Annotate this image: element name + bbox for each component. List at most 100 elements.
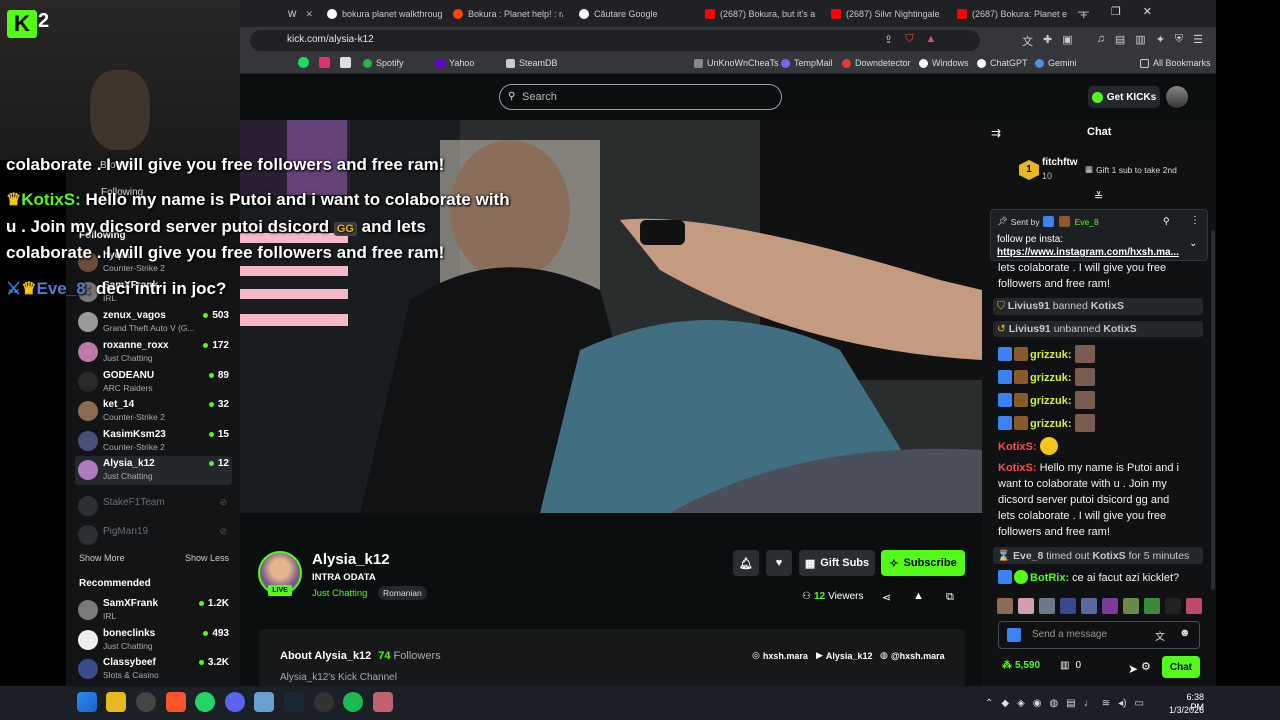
discord-icon[interactable] [225, 692, 245, 712]
chat-scrollbar[interactable] [1211, 230, 1215, 590]
sidebar-channel-offline[interactable]: StakeF1Team ⊘ [78, 494, 233, 522]
screenshot-icon[interactable]: ▣ [1062, 33, 1072, 49]
channel-points[interactable]: ⁂ 5,590 [1002, 660, 1040, 671]
search-input[interactable]: ⚲ Search [499, 84, 782, 110]
emote-icon[interactable] [1102, 598, 1118, 614]
recommended-channel[interactable]: SamXFrank IRL 1.2K [78, 598, 233, 626]
emote-icon[interactable] [1144, 598, 1160, 614]
browser-tab[interactable]: bokura planet walkthroug [327, 4, 447, 24]
collapse-chat-icon[interactable]: ⇉ [991, 126, 1001, 140]
show-more-button[interactable]: Show More [79, 553, 125, 563]
youtube-link[interactable]: ▶ Alysia_k12 [816, 650, 872, 661]
chat-username[interactable]: grizzuk: [1030, 372, 1072, 384]
bookmark-downdetector[interactable]: Downdetector [842, 58, 911, 68]
sidebar-icon[interactable]: ▤ [1115, 33, 1125, 49]
whatsapp-icon[interactable] [298, 57, 309, 68]
tray-app-icon[interactable]: ◆ [1001, 698, 1009, 709]
rewards-icon[interactable]: ▲ [925, 33, 936, 46]
discord-link[interactable]: ◍ @hxsh.mara [880, 650, 945, 661]
leo-icon[interactable]: ✦ [1156, 33, 1165, 49]
tray-app-icon[interactable]: ◈ [1017, 698, 1025, 709]
browser-tab[interactable]: (2687) Bokura: Planet ep [957, 4, 1067, 24]
chat-username[interactable]: grizzuk: [1030, 349, 1072, 361]
maximize-icon[interactable]: ❐ [1111, 5, 1121, 18]
close-window-icon[interactable]: ✕ [1143, 5, 1152, 18]
bag-counter[interactable]: ▥ 0 [1060, 660, 1081, 671]
chat-username[interactable]: grizzuk: [1030, 395, 1072, 407]
extensions-icon[interactable]: ✚ [1043, 33, 1052, 49]
sidebar-channel[interactable]: GODEANU ARC Raiders 89 [78, 370, 233, 398]
chat-username[interactable]: grizzuk: [1030, 418, 1072, 430]
chat-settings-icon[interactable]: ⚙ [1141, 660, 1151, 673]
bookmark-chatgpt[interactable]: ChatGPT [977, 58, 1028, 68]
gift-prompt[interactable]: ▦ Gift 1 sub to take 2nd [1085, 164, 1177, 175]
reading-icon[interactable]: ▥ [1135, 33, 1145, 49]
tray-app-icon[interactable]: ◉ [1033, 698, 1042, 709]
chat-username[interactable]: KotixS: [998, 441, 1037, 453]
bookmark-windows[interactable]: Windows [919, 58, 969, 68]
browser-tab[interactable]: Căutare Google [579, 4, 689, 24]
browser-tab-partial[interactable]: W ✕ [288, 4, 316, 24]
instagram-icon[interactable] [319, 57, 330, 68]
recommended-channel[interactable]: boneclinks Just Chatting 493 [78, 628, 233, 656]
expand-leaderboard-icon[interactable]: ≚ [1094, 190, 1103, 203]
emote-icon[interactable] [1165, 598, 1181, 614]
browser-tab[interactable]: (2687) Silvr Nightingale - [831, 4, 941, 24]
subscribe-button[interactable]: ✧ Subscribe [881, 550, 965, 576]
bookmark-spotify[interactable]: Spotify [363, 58, 404, 68]
vpn-icon[interactable]: ⛨ [1175, 33, 1183, 49]
chat-username[interactable]: KotixS: [998, 462, 1037, 474]
sidebar-channel[interactable]: ket_14 Counter-Strike 2 32 [78, 399, 233, 427]
bookmark-steamdb[interactable]: SteamDB [506, 58, 558, 68]
brave-icon[interactable] [166, 692, 186, 712]
obs-icon[interactable] [314, 692, 334, 712]
video-player[interactable] [240, 120, 982, 513]
share-icon[interactable]: ⋖ [882, 591, 891, 604]
bookmark-gemini[interactable]: Gemini [1035, 58, 1077, 68]
emote-icon[interactable] [1186, 598, 1202, 614]
all-bookmarks[interactable]: All Bookmarks [1140, 58, 1211, 68]
close-tab-icon[interactable]: ✕ [306, 9, 314, 20]
emote-icon[interactable] [1081, 598, 1097, 614]
sidebar-channel[interactable]: roxanne_roxx Just Chatting 172 [78, 340, 233, 368]
sidebar-channel[interactable]: zenux_vagos Grand Theft Auto V (G... 503 [78, 310, 233, 338]
get-kicks-button[interactable]: Get KICKs [1088, 86, 1160, 108]
bookmark-yahoo[interactable]: Yahoo [436, 58, 474, 68]
whatsapp-icon[interactable] [195, 692, 215, 712]
unpin-icon[interactable]: ⚲ [1163, 216, 1170, 227]
tray-app-icon[interactable]: ▤ [1066, 698, 1075, 709]
top-gifter-name[interactable]: fitchftw [1042, 157, 1078, 168]
battery-icon[interactable]: ▭ [1134, 698, 1143, 709]
emote-icon[interactable] [997, 598, 1013, 614]
translate-icon[interactable]: 文 [1155, 628, 1165, 643]
clip-icon[interactable]: ⧉ [946, 591, 954, 604]
tray-chevron-icon[interactable]: ⌃ [985, 698, 993, 709]
start-icon[interactable] [77, 692, 97, 712]
bookmark-tempmail[interactable]: TempMail [781, 58, 833, 68]
emote-icon[interactable] [1060, 598, 1076, 614]
sidebar-channel-offline[interactable]: PigMan19 ⊘ [78, 523, 233, 551]
language-tag[interactable]: Romanian [378, 586, 427, 600]
spotify-icon[interactable] [343, 692, 363, 712]
minimize-icon[interactable]: — [1078, 6, 1089, 18]
wifi-icon[interactable]: ≋ [1102, 698, 1110, 709]
chevron-down-icon[interactable]: ⌄ [1189, 238, 1197, 249]
volume-icon[interactable]: ◂) [1118, 698, 1126, 709]
emote-icon[interactable] [1123, 598, 1139, 614]
emote-icon[interactable] [1018, 598, 1034, 614]
sidebar-channel-active[interactable]: Alysia_k12 Just Chatting 12 [78, 458, 233, 486]
photos-icon[interactable] [254, 692, 274, 712]
media-icon[interactable]: ♫ [1097, 33, 1105, 49]
send-chat-button[interactable]: Chat [1162, 656, 1200, 678]
browser-tab[interactable]: Bokura : Planet help! : r/ [453, 4, 563, 24]
emoji-picker-icon[interactable]: ☻ [1179, 627, 1191, 639]
tray-app-icon[interactable]: ◍ [1050, 698, 1059, 709]
notification-bell-button[interactable]: 🔔︎ [733, 550, 759, 576]
more-options-icon[interactable]: ⋮ [1190, 215, 1200, 226]
x-icon[interactable] [340, 57, 351, 68]
translate-icon[interactable]: 文 [1022, 33, 1033, 49]
report-icon[interactable]: ▲ [913, 590, 924, 602]
user-avatar[interactable] [1166, 86, 1188, 108]
app-icon[interactable] [373, 692, 393, 712]
bookmark-unknowncheats[interactable]: UnKnoWnCheaTs [694, 58, 779, 68]
